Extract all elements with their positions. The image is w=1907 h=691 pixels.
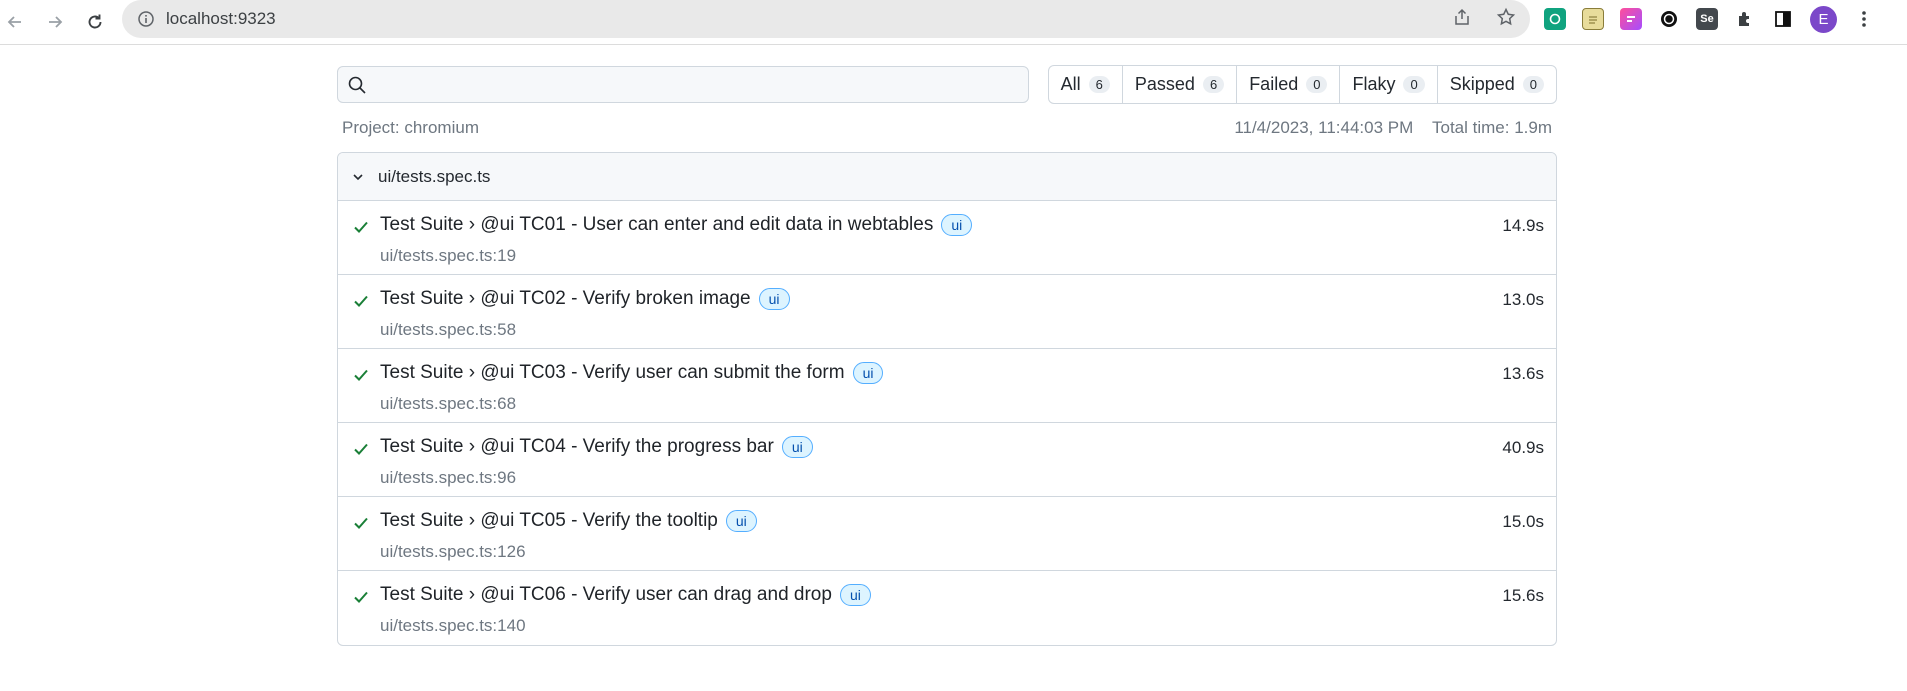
sidepanel-icon[interactable] — [1772, 8, 1794, 30]
test-title[interactable]: Test Suite › @ui TC01 - User can enter a… — [380, 214, 933, 236]
test-title[interactable]: Test Suite › @ui TC06 - Verify user can … — [380, 584, 832, 606]
bookmark-star-icon[interactable] — [1496, 7, 1516, 32]
test-row[interactable]: Test Suite › @ui TC04 - Verify the progr… — [338, 423, 1556, 497]
filter-passed[interactable]: Passed 6 — [1123, 66, 1238, 103]
file-header[interactable]: ui/tests.spec.ts — [338, 153, 1556, 201]
kebab-menu-icon[interactable] — [1853, 8, 1875, 30]
chatgpt-icon[interactable] — [1544, 8, 1566, 30]
test-title[interactable]: Test Suite › @ui TC04 - Verify the progr… — [380, 436, 774, 458]
test-title[interactable]: Test Suite › @ui TC02 - Verify broken im… — [380, 288, 751, 310]
test-duration: 13.0s — [1502, 290, 1544, 309]
test-tag[interactable]: ui — [941, 214, 973, 236]
test-location: ui/tests.spec.ts:68 — [380, 394, 517, 413]
test-row[interactable]: Test Suite › @ui TC05 - Verify the toolt… — [338, 497, 1556, 571]
filter-label: Failed — [1249, 74, 1299, 94]
test-duration: 14.9s — [1502, 216, 1544, 235]
filter-label: Passed — [1134, 74, 1195, 94]
filter-count: 0 — [1403, 76, 1425, 93]
search-input[interactable] — [373, 68, 1028, 101]
filter-flaky[interactable]: Flaky 0 — [1340, 66, 1438, 103]
filter-skipped[interactable]: Skipped 0 — [1438, 66, 1556, 103]
filter-count: 6 — [1202, 76, 1225, 93]
test-location: ui/tests.spec.ts:140 — [380, 616, 526, 635]
test-location: ui/tests.spec.ts:126 — [380, 542, 526, 561]
check-icon — [352, 218, 370, 236]
check-icon — [352, 440, 370, 458]
check-icon — [352, 588, 370, 606]
test-location: ui/tests.spec.ts:96 — [380, 468, 517, 487]
check-icon — [352, 366, 370, 384]
project-name: Project: chromium — [342, 118, 479, 137]
filter-label: Flaky — [1352, 74, 1396, 94]
run-timestamp: 11/4/2023, 11:44:03 PM — [1234, 118, 1414, 137]
test-tag[interactable]: ui — [758, 288, 790, 310]
notes-icon[interactable] — [1582, 8, 1604, 30]
test-title[interactable]: Test Suite › @ui TC03 - Verify user can … — [380, 362, 845, 384]
reload-icon[interactable] — [82, 9, 108, 35]
flag-icon[interactable] — [1620, 8, 1642, 30]
test-location: ui/tests.spec.ts:19 — [380, 246, 517, 265]
test-tag[interactable]: ui — [781, 436, 813, 458]
test-duration: 15.6s — [1502, 586, 1544, 605]
selenium-icon[interactable]: Se — [1696, 8, 1718, 30]
filter-count: 0 — [1522, 76, 1544, 93]
url-text[interactable]: localhost:9323 — [166, 9, 276, 29]
file-name: ui/tests.spec.ts — [378, 166, 491, 186]
test-duration: 13.6s — [1502, 364, 1544, 383]
back-icon[interactable] — [2, 9, 28, 35]
file-group: ui/tests.spec.ts Test Suite › @ui TC01 -… — [337, 152, 1557, 646]
test-tag[interactable]: ui — [839, 584, 871, 606]
report-meta: Project: chromium 11/4/2023, 11:44:03 PM… — [337, 118, 1557, 138]
report-content: All 6 Passed 6 Failed 0 Flaky 0 Skipped … — [337, 65, 1557, 646]
search-icon — [347, 75, 367, 95]
search-box[interactable] — [337, 66, 1029, 103]
filter-all[interactable]: All 6 — [1049, 66, 1123, 103]
filter-label: All — [1060, 74, 1081, 94]
browser-toolbar: localhost:9323 Se E — [0, 0, 1907, 45]
filter-label: Skipped — [1449, 74, 1515, 94]
test-location: ui/tests.spec.ts:58 — [380, 320, 517, 339]
test-row[interactable]: Test Suite › @ui TC01 - User can enter a… — [338, 201, 1556, 275]
check-icon — [352, 514, 370, 532]
avatar[interactable]: E — [1810, 5, 1837, 33]
test-row[interactable]: Test Suite › @ui TC02 - Verify broken im… — [338, 275, 1556, 349]
address-bar[interactable]: localhost:9323 — [122, 0, 1530, 38]
share-icon[interactable] — [1452, 7, 1472, 32]
total-time: Total time: 1.9m — [1432, 118, 1552, 137]
site-info-icon[interactable] — [136, 9, 156, 29]
test-duration: 40.9s — [1502, 438, 1544, 457]
test-duration: 15.0s — [1502, 512, 1544, 531]
puzzle-icon[interactable] — [1734, 8, 1756, 30]
chevron-down-icon[interactable] — [350, 168, 368, 186]
test-tag[interactable]: ui — [725, 510, 757, 532]
status-filters: All 6 Passed 6 Failed 0 Flaky 0 Skipped … — [1047, 65, 1557, 104]
test-row[interactable]: Test Suite › @ui TC03 - Verify user can … — [338, 349, 1556, 423]
test-title[interactable]: Test Suite › @ui TC05 - Verify the toolt… — [380, 510, 718, 532]
filter-failed[interactable]: Failed 0 — [1237, 66, 1341, 103]
openai-icon[interactable] — [1658, 8, 1680, 30]
test-tag[interactable]: ui — [852, 362, 884, 384]
forward-icon[interactable] — [42, 9, 68, 35]
filter-count: 0 — [1306, 76, 1328, 93]
test-row[interactable]: Test Suite › @ui TC06 - Verify user can … — [338, 571, 1556, 645]
filter-count: 6 — [1088, 76, 1110, 93]
check-icon — [352, 292, 370, 310]
